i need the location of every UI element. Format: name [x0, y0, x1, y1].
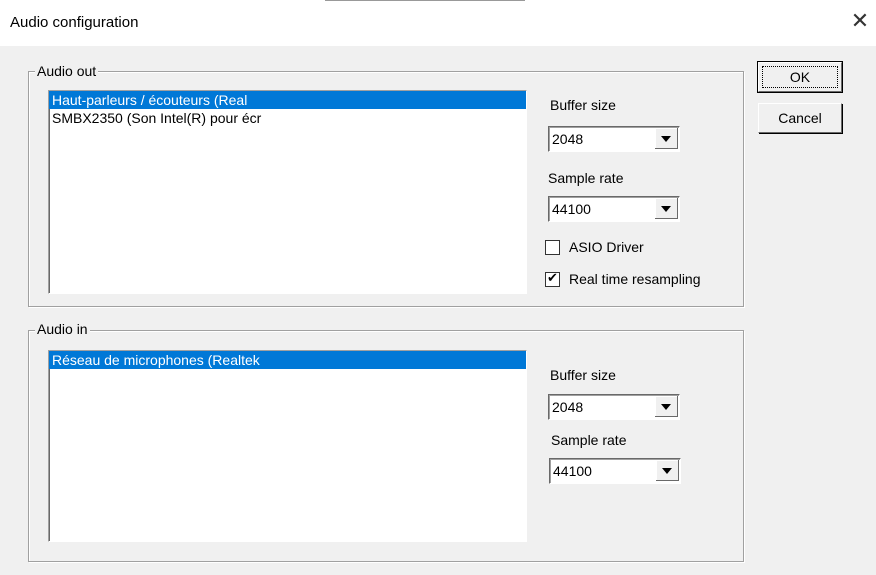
checkmark-icon: ✔	[547, 270, 558, 285]
audio-out-buffer-size-label: Buffer size	[550, 97, 616, 113]
audio-out-sample-rate-value: 44100	[552, 201, 591, 217]
chevron-down-icon[interactable]	[655, 128, 678, 149]
real-time-resampling-label[interactable]: Real time resampling	[569, 271, 701, 287]
title-bar: Audio configuration ✕	[0, 0, 876, 46]
audio-out-buffer-size-value: 2048	[552, 131, 584, 147]
cancel-button[interactable]: Cancel	[758, 103, 842, 133]
audio-out-sample-rate-label: Sample rate	[548, 170, 624, 186]
asio-driver-checkbox[interactable]	[545, 240, 560, 255]
audio-in-sample-rate-select[interactable]: 44100	[549, 458, 681, 484]
chevron-down-icon[interactable]	[655, 198, 678, 219]
cancel-button-label: Cancel	[778, 110, 822, 126]
audio-in-legend: Audio in	[35, 321, 90, 337]
audio-out-legend: Audio out	[35, 63, 99, 79]
close-icon[interactable]: ✕	[848, 9, 872, 33]
audio-in-buffer-size-value: 2048	[552, 399, 584, 415]
title-bar-artifact-line	[325, 0, 525, 1]
real-time-resampling-checkbox[interactable]: ✔	[545, 270, 560, 287]
audio-in-sample-rate-value: 44100	[553, 463, 592, 479]
audio-in-device-list[interactable]: Réseau de microphones (Realtek	[48, 350, 527, 542]
chevron-down-icon[interactable]	[655, 396, 678, 417]
audio-in-buffer-size-label: Buffer size	[550, 367, 616, 383]
ok-button[interactable]: OK	[757, 61, 843, 93]
audio-out-device-list[interactable]: Haut-parleurs / écouteurs (Real SMBX2350…	[48, 90, 527, 294]
audio-out-buffer-size-select[interactable]: 2048	[548, 126, 680, 152]
audio-in-sample-rate-label: Sample rate	[551, 432, 627, 448]
window-title: Audio configuration	[10, 14, 139, 31]
list-item[interactable]: Haut-parleurs / écouteurs (Real	[49, 91, 526, 109]
list-item[interactable]: SMBX2350 (Son Intel(R) pour écr	[49, 109, 526, 127]
audio-out-sample-rate-select[interactable]: 44100	[548, 196, 680, 222]
asio-driver-label[interactable]: ASIO Driver	[569, 239, 644, 255]
focus-rect	[762, 66, 838, 88]
list-item[interactable]: Réseau de microphones (Realtek	[49, 351, 526, 369]
audio-in-buffer-size-select[interactable]: 2048	[548, 394, 680, 420]
chevron-down-icon[interactable]	[656, 460, 679, 481]
